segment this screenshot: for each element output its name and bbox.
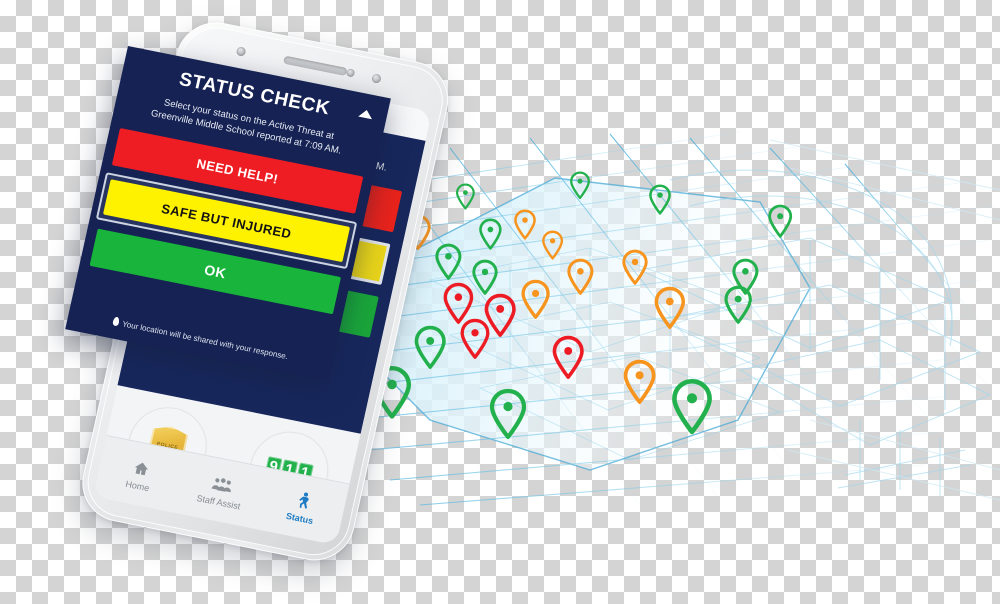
map-pin-red[interactable] bbox=[551, 335, 585, 380]
map-pin-orange[interactable] bbox=[520, 279, 551, 320]
map-pin-orange[interactable] bbox=[621, 249, 649, 285]
map-pin-green[interactable] bbox=[723, 285, 753, 325]
nav-item-status[interactable]: Status bbox=[258, 483, 346, 531]
map-pin-green[interactable] bbox=[569, 171, 591, 200]
nav-item-home[interactable]: Home bbox=[96, 450, 184, 498]
map-pin-orange[interactable] bbox=[653, 286, 687, 330]
map-pin-green[interactable] bbox=[471, 259, 499, 295]
map-pin-orange[interactable] bbox=[566, 258, 595, 295]
map-pin-red[interactable] bbox=[483, 293, 517, 338]
map-pin-red[interactable] bbox=[459, 318, 491, 360]
map-pin-green[interactable] bbox=[731, 258, 760, 295]
map-pin-red[interactable] bbox=[442, 282, 475, 325]
map-pin-orange[interactable] bbox=[513, 209, 537, 240]
map-pin-green[interactable] bbox=[670, 378, 714, 435]
map-pin-green[interactable] bbox=[648, 184, 672, 215]
map-pin-orange[interactable] bbox=[541, 230, 564, 260]
screenshot-stage: Select your status on the Active Threat … bbox=[0, 0, 1000, 604]
map-pin-green[interactable] bbox=[488, 388, 528, 440]
map-pin-green[interactable] bbox=[767, 204, 793, 238]
map-pin-orange[interactable] bbox=[622, 359, 657, 405]
nav-item-staff-assist[interactable]: Staff Assist bbox=[177, 466, 265, 514]
map-pin-green[interactable] bbox=[478, 218, 503, 250]
location-pin-icon bbox=[111, 316, 120, 327]
